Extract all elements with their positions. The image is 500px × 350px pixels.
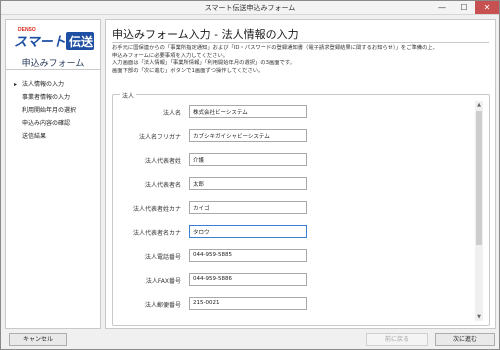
logo-box-text: 伝送: [69, 34, 94, 49]
instruction-line: 入力画面は「法人情報」「事業所情報」「利用開始年月の選択」の3画面です。: [112, 60, 295, 66]
field-rep-first-name-kana: 法人代表者名カナ タロウ: [113, 225, 473, 239]
postal-code-input[interactable]: 215-0021: [189, 297, 307, 310]
scroll-down-icon[interactable]: ▼: [475, 313, 483, 321]
field-label: 法人電話番号: [144, 254, 181, 261]
vertical-scrollbar[interactable]: ▲ ▼: [475, 101, 483, 321]
logo-main-text: スマート: [14, 35, 66, 50]
field-rep-last-name: 法人代表者姓 介護: [113, 153, 473, 167]
app-window: スマート伝送申込みフォーム — ☐ ✕ DENSO スマート 伝送 申込みフォー…: [0, 0, 500, 350]
rep-first-name-input[interactable]: 太郎: [189, 177, 307, 190]
title-bar: スマート伝送申込みフォーム — ☐ ✕: [1, 1, 499, 15]
title-divider: [112, 42, 489, 43]
sidebar: DENSO スマート 伝送 申込みフォーム 法人情報の入力 事業者情報の入力 利…: [5, 19, 101, 329]
back-button[interactable]: 前に戻る: [366, 333, 428, 346]
sidebar-title: 申込みフォーム: [6, 54, 100, 70]
rep-last-name-input[interactable]: 介護: [189, 153, 307, 166]
phone-input[interactable]: 044-959-5885: [189, 249, 307, 262]
page-title: 申込みフォーム入力 - 法人情報の入力: [112, 28, 299, 41]
close-button[interactable]: ✕: [475, 1, 499, 14]
field-rep-last-name-kana: 法人代表者姓カナ カイゴ: [113, 201, 473, 215]
field-fax: 法人FAX番号 044-959-5886: [113, 273, 473, 287]
field-label: 法人代表者名カナ: [132, 230, 181, 237]
rep-last-name-kana-input[interactable]: カイゴ: [189, 201, 307, 214]
step-item-corporate-info: 法人情報の入力: [6, 78, 100, 91]
instruction-line: 画面下部の「次に進む」ボタンで1画面ずつ操作してください。: [112, 67, 264, 74]
next-button[interactable]: 次に進む: [435, 333, 495, 346]
corporate-group-box: 法人 法人名 株式会社ビーシステム 法人名フリガナ カブシキガイシャビーシステム…: [112, 91, 490, 326]
field-label: 法人郵便番号: [144, 302, 181, 309]
field-label: 法人名: [162, 110, 181, 117]
bottom-button-bar: キャンセル 前に戻る 次に進む: [1, 331, 499, 349]
scroll-thumb[interactable]: [476, 111, 482, 245]
field-corporate-name: 法人名 株式会社ビーシステム: [113, 105, 473, 119]
field-label: 法人代表者名: [144, 182, 181, 189]
corporate-name-kana-input[interactable]: カブシキガイシャビーシステム: [189, 129, 307, 142]
field-list: 法人名 株式会社ビーシステム 法人名フリガナ カブシキガイシャビーシステム 法人…: [113, 95, 473, 325]
instructions: お手元に国保連からの「事業所指定通知」および「ID・パスワードの登録通知書（電子…: [112, 45, 490, 75]
field-label: 法人代表者姓カナ: [132, 206, 181, 213]
scroll-up-icon[interactable]: ▲: [475, 101, 483, 109]
step-item-confirm: 申込み内容の確認: [22, 120, 71, 127]
field-phone: 法人電話番号 044-959-5885: [113, 249, 473, 263]
step-list: 法人情報の入力 事業者情報の入力 利用開始年月の選択 申込み内容の確認 送信結果: [6, 78, 100, 143]
corporate-name-input[interactable]: 株式会社ビーシステム: [189, 105, 307, 118]
instruction-line: 申込みフォームに必要事項を入力してください。: [112, 52, 229, 59]
logo-brand-text: DENSO: [18, 27, 36, 33]
step-item-result: 送信結果: [22, 133, 47, 140]
maximize-button[interactable]: ☐: [453, 1, 475, 14]
rep-first-name-kana-input[interactable]: タロウ: [189, 225, 307, 238]
field-label: 法人FAX番号: [145, 278, 181, 285]
instruction-line: お手元に国保連からの「事業所指定通知」および「ID・パスワードの登録通知書（電子…: [112, 45, 438, 51]
smart-densou-logo: DENSO スマート 伝送: [12, 24, 96, 52]
cancel-button[interactable]: キャンセル: [9, 333, 67, 346]
minimize-button[interactable]: —: [431, 1, 453, 14]
field-rep-first-name: 法人代表者名 太郎: [113, 177, 473, 191]
main-panel: 申込みフォーム入力 - 法人情報の入力 お手元に国保連からの「事業所指定通知」お…: [105, 19, 496, 329]
field-postal-code: 法人郵便番号 215-0021: [113, 297, 473, 311]
window-title: スマート伝送申込みフォーム: [204, 4, 296, 12]
fax-input[interactable]: 044-959-5886: [189, 273, 307, 286]
step-item-start-month: 利用開始年月の選択: [22, 107, 77, 114]
field-label: 法人名フリガナ: [138, 134, 181, 141]
step-item-office-info: 事業者情報の入力: [22, 94, 71, 101]
field-label: 法人代表者姓: [144, 158, 181, 165]
field-corporate-name-kana: 法人名フリガナ カブシキガイシャビーシステム: [113, 129, 473, 143]
